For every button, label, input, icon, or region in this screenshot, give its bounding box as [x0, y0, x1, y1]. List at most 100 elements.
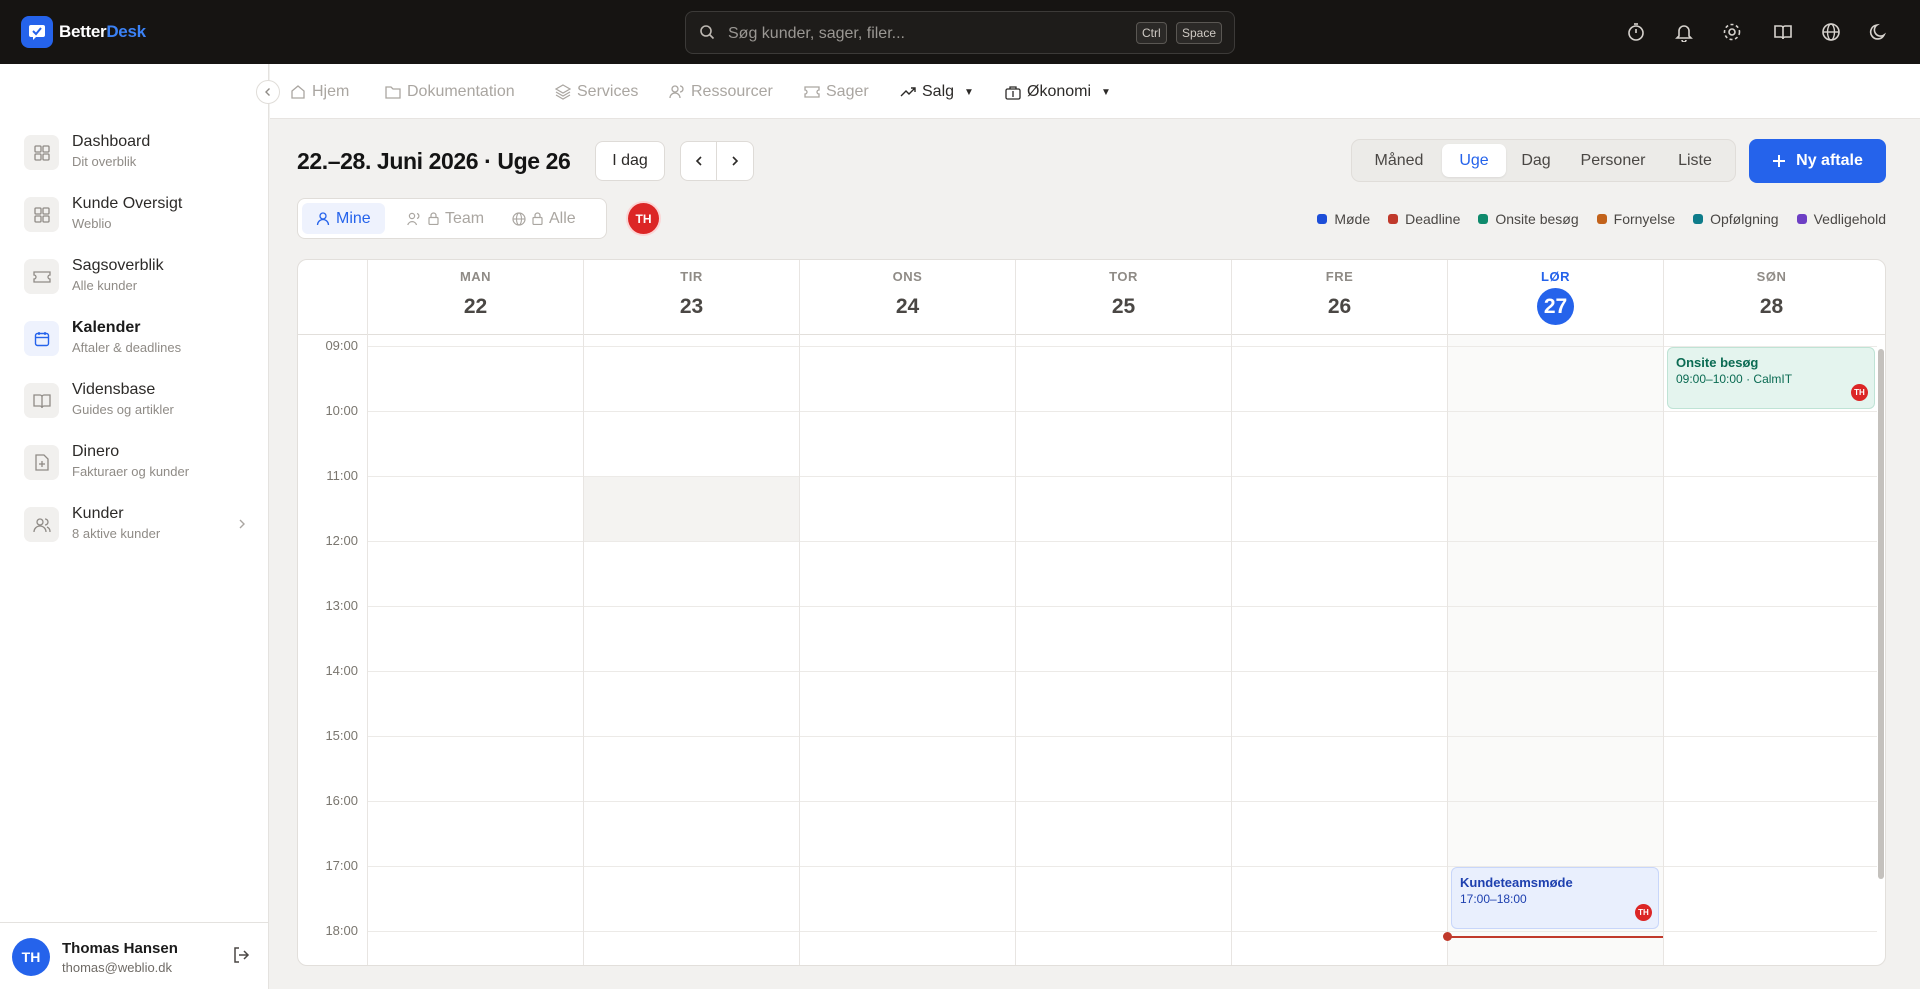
legend-label: Opfølgning: [1710, 211, 1779, 227]
scope-team[interactable]: Team: [393, 203, 498, 234]
globe-icon[interactable]: [1820, 21, 1842, 43]
sidebar-item-dashboard[interactable]: Dashboard Dit overblik: [24, 127, 254, 177]
gear-icon[interactable]: [1721, 21, 1743, 43]
nav-label: Sager: [826, 83, 869, 100]
tab-liste[interactable]: Liste: [1662, 144, 1728, 177]
logout-icon[interactable]: [232, 946, 250, 969]
day-header-sun[interactable]: SØN 28: [1663, 260, 1879, 335]
moon-icon[interactable]: [1868, 21, 1890, 43]
event-kundeteamsmode[interactable]: Kundeteamsmøde 17:00–18:00 TH: [1451, 867, 1659, 929]
ticket-icon: [804, 86, 820, 98]
sidebar-item-kunde-oversigt[interactable]: Kunde Oversigt Weblio: [24, 189, 254, 239]
calendar-scrollbar[interactable]: [1878, 349, 1884, 879]
app-logo[interactable]: BetterDesk: [21, 16, 146, 48]
day-header-sat[interactable]: LØR 27: [1447, 260, 1663, 335]
sidebar-item-kalender[interactable]: Kalender Aftaler & deadlines: [24, 313, 254, 363]
prev-week-button[interactable]: [681, 142, 717, 180]
calendar-time-grid[interactable]: 09:00 10:00 11:00 12:00 13:00 14:00 15:0…: [298, 335, 1885, 965]
nav-ressourcer[interactable]: Ressourcer: [669, 82, 773, 102]
legend-swatch: [1796, 214, 1807, 224]
time-label: 11:00: [326, 468, 358, 483]
calendar-icon: [24, 321, 59, 356]
users-icon: [669, 85, 684, 99]
sidebar-item-vidensbase[interactable]: Vidensbase Guides og artikler: [24, 375, 254, 425]
day-header-thu[interactable]: TOR 25: [1015, 260, 1231, 335]
tab-uge[interactable]: Uge: [1442, 144, 1506, 177]
legend-item-deadline[interactable]: Deadline: [1388, 211, 1460, 227]
sidebar-item-kunder[interactable]: Kunder 8 aktive kunder: [24, 499, 254, 549]
tab-dag[interactable]: Dag: [1508, 144, 1564, 177]
legend-item-vedligehold[interactable]: Vedligehold: [1796, 211, 1886, 227]
nav-hjem[interactable]: Hjem: [290, 82, 349, 102]
scope-mine[interactable]: Mine: [302, 203, 385, 234]
lock-icon: [428, 212, 439, 225]
next-week-button[interactable]: [717, 142, 753, 180]
scope-alle[interactable]: Alle: [498, 203, 590, 234]
nav-dokumentation[interactable]: Dokumentation: [385, 82, 515, 102]
layers-icon: [555, 84, 571, 100]
avatar[interactable]: TH: [12, 938, 50, 976]
sidebar-item-title: Sagsoverblik: [72, 257, 164, 274]
day-header-fri[interactable]: FRE 26: [1231, 260, 1447, 335]
home-icon: [291, 85, 305, 99]
nav-okonomi[interactable]: Økonomi ▼: [1005, 82, 1111, 102]
globe-icon: [512, 211, 526, 226]
hour-line: [367, 411, 1877, 412]
shortcut-key-space: Space: [1176, 22, 1223, 44]
hour-line: [367, 931, 1877, 932]
sidebar-collapse-button[interactable]: [256, 80, 280, 104]
day-divider: [1231, 335, 1232, 965]
legend-item-fornyelse[interactable]: Fornyelse: [1596, 211, 1675, 227]
user-icon: [316, 211, 330, 225]
legend-swatch: [1478, 214, 1489, 224]
legend-item-opfolgning[interactable]: Opfølgning: [1693, 211, 1779, 227]
tab-maaned[interactable]: Måned: [1358, 144, 1440, 177]
hour-line: [367, 801, 1877, 802]
sidebar-item-subtitle: Guides og artikler: [72, 402, 174, 417]
today-button[interactable]: I dag: [595, 141, 665, 181]
event-assignee-badge: TH: [1635, 904, 1652, 921]
hour-line: [367, 736, 1877, 737]
nav-salg[interactable]: Salg ▼: [900, 82, 974, 102]
current-time-line: [1447, 936, 1663, 938]
invoice-icon: [24, 445, 59, 480]
day-header-wed[interactable]: ONS 24: [799, 260, 1015, 335]
hour-line: [367, 346, 1877, 347]
new-appointment-button[interactable]: Ny aftale: [1749, 139, 1886, 183]
legend-label: Onsite besøg: [1495, 211, 1579, 227]
user-filter-badge[interactable]: TH: [628, 203, 659, 234]
day-divider: [367, 335, 368, 965]
hour-line: [367, 671, 1877, 672]
sidebar-item-dinero[interactable]: Dinero Fakturaer og kunder: [24, 437, 254, 487]
users-icon: [407, 212, 420, 225]
date-range-title: 22.–28. Juni 2026 · Uge 26: [297, 148, 571, 174]
sidebar-item-title: Dinero: [72, 443, 120, 460]
event-time: 09:00–10:00 · CalmIT: [1676, 372, 1793, 386]
hour-line: [367, 541, 1877, 542]
secondary-nav: Hjem Dokumentation Services Ressourcer S…: [270, 64, 1920, 119]
nav-sager[interactable]: Sager: [804, 82, 869, 102]
tab-personer[interactable]: Personer: [1566, 144, 1660, 177]
trending-up-icon: [900, 87, 916, 97]
sidebar-item-sagsoverblik[interactable]: Sagsoverblik Alle kunder: [24, 251, 254, 301]
legend-label: Deadline: [1405, 211, 1461, 227]
search-input[interactable]: Søg kunder, sager, filer... Ctrl Space: [685, 11, 1235, 54]
day-divider: [583, 335, 584, 965]
sidebar-item-title: Dashboard: [72, 133, 151, 150]
sidebar-item-subtitle: Alle kunder: [72, 278, 138, 293]
day-of-week: MAN: [459, 269, 492, 284]
scope-filter: Mine Team Alle: [297, 198, 607, 239]
day-header-mon[interactable]: MAN 22: [367, 260, 583, 335]
day-header-tue[interactable]: TIR 23: [583, 260, 799, 335]
nav-label: Dokumentation: [407, 83, 515, 100]
legend-item-mode[interactable]: Møde: [1317, 211, 1370, 227]
search-placeholder: Søg kunder, sager, filer...: [728, 25, 905, 42]
legend-item-onsite[interactable]: Onsite besøg: [1478, 211, 1579, 227]
bell-icon[interactable]: [1673, 21, 1695, 43]
nav-services[interactable]: Services: [555, 82, 638, 102]
book-icon[interactable]: [1772, 21, 1794, 43]
timer-icon[interactable]: [1625, 21, 1647, 43]
time-label: 13:00: [325, 598, 358, 613]
event-onsite-besog[interactable]: Onsite besøg 09:00–10:00 · CalmIT TH: [1667, 347, 1875, 409]
nav-label: Ressourcer: [691, 83, 773, 100]
